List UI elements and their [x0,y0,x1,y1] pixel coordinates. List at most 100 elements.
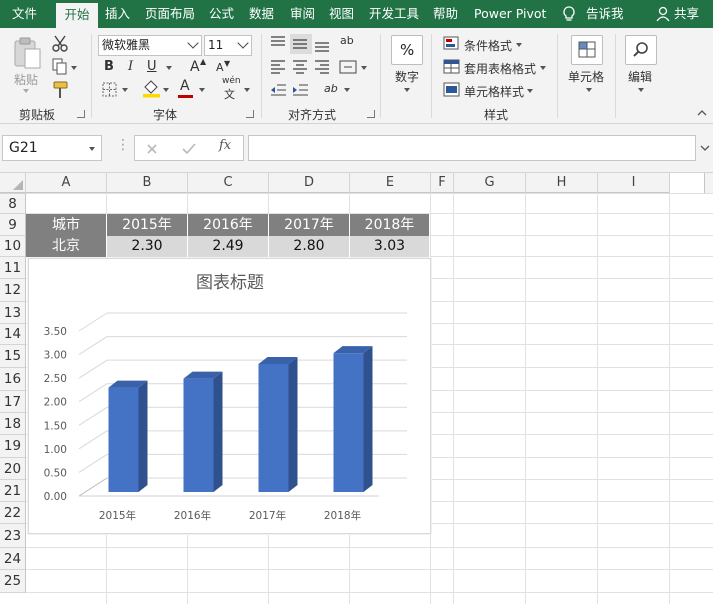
phonetic-button[interactable]: wén [222,76,241,86]
cut-icon[interactable] [50,34,72,54]
row-header-22[interactable]: 22 [0,502,26,524]
row-header-9[interactable]: 9 [0,214,26,236]
row-header-17[interactable]: 17 [0,391,26,413]
row-header-16[interactable]: 16 [0,368,26,391]
font-launcher[interactable] [246,110,254,118]
expand-formula-bar-icon[interactable] [700,144,710,152]
row-header-13[interactable]: 13 [0,302,26,324]
paste-dropdown-arrow[interactable] [23,89,29,93]
percent-icon[interactable]: % [391,35,423,65]
row-header-19[interactable]: 19 [0,435,26,458]
font-size-select[interactable]: 11 [204,35,252,56]
fill-color-dropdown-arrow[interactable] [163,88,169,92]
phonetic-dropdown-arrow[interactable] [244,88,250,92]
format-as-table-icon[interactable] [442,57,464,77]
conditional-formatting-button[interactable]: 条件格式 [464,37,512,54]
column-header-g[interactable]: G [454,173,526,193]
alignment-launcher[interactable] [367,110,375,118]
conditional-formatting-dropdown-arrow[interactable] [516,43,522,47]
bar-2018年[interactable] [333,353,364,492]
align-top-icon[interactable] [268,34,290,54]
chart-title[interactable]: 图表标题 [196,273,264,293]
number-dropdown-arrow[interactable] [404,88,410,92]
font-name-select[interactable]: 微软雅黑 [98,35,202,56]
row-header-23[interactable]: 23 [0,524,26,548]
name-box-dropdown-arrow[interactable] [89,147,95,151]
grow-font-button[interactable]: A [190,59,200,75]
cell-D9[interactable]: 2.80 [269,236,350,257]
underline-dropdown-arrow[interactable] [166,66,172,70]
cell-styles-icon[interactable] [442,80,464,100]
cell-A9[interactable]: 北京 [26,236,107,257]
fill-color-icon[interactable] [141,78,163,98]
paste-button[interactable]: 粘贴 [14,71,38,88]
align-left-icon[interactable] [268,57,290,77]
tab-help[interactable]: 帮助 [433,0,458,28]
increase-indent-icon[interactable] [290,80,312,100]
select-all-corner[interactable] [0,173,26,193]
share-button[interactable]: 共享 [674,0,699,28]
tab-view[interactable]: 视图 [329,0,354,28]
cancel-icon[interactable] [145,142,159,156]
shrink-font-button[interactable]: A [216,61,224,74]
italic-button[interactable]: I [128,59,133,74]
tab-page-layout[interactable]: 页面布局 [145,0,195,28]
tab-file[interactable]: 文件 [12,0,37,28]
cell-C8[interactable]: 2016年 [188,214,269,236]
bar-2017年[interactable] [258,364,289,492]
collapse-ribbon-icon[interactable] [696,108,708,118]
borders-icon[interactable] [100,80,122,100]
column-header-f[interactable]: F [431,173,454,193]
tab-formulas[interactable]: 公式 [209,0,234,28]
row-header-15[interactable]: 15 [0,345,26,368]
vertical-scrollbar[interactable] [704,173,713,193]
clipboard-launcher[interactable] [77,110,85,118]
align-center-icon[interactable] [290,57,312,77]
row-header-10[interactable]: 10 [0,236,26,257]
column-header-b[interactable]: B [107,173,188,193]
decrease-indent-icon[interactable] [268,80,290,100]
column-header-d[interactable]: D [269,173,350,193]
merge-dropdown-arrow[interactable] [361,66,367,70]
column-header-h[interactable]: H [526,173,598,193]
cells-button[interactable]: 单元格 [568,68,604,85]
bar-side[interactable] [138,380,148,492]
row-header-21[interactable]: 21 [0,480,26,502]
font-color-button[interactable]: A [180,78,190,94]
row-header-8[interactable]: 8 [0,194,26,214]
row-header-12[interactable]: 12 [0,279,26,302]
cell-styles-dropdown-arrow[interactable] [527,89,533,93]
cell-styles-button[interactable]: 单元格样式 [464,83,524,100]
tab-review[interactable]: 审阅 [290,0,315,28]
tab-home[interactable]: 开始 [56,0,98,28]
tab-data[interactable]: 数据 [249,0,274,28]
cell-E9[interactable]: 3.03 [350,236,430,257]
bar-2016年[interactable] [183,378,214,492]
format-painter-icon[interactable] [50,80,72,100]
name-box[interactable]: G21 [2,135,102,161]
tab-power-pivot[interactable]: Power Pivot [474,0,546,28]
enter-check-icon[interactable] [181,142,197,156]
bar-2015年[interactable] [108,387,139,492]
conditional-formatting-icon[interactable] [442,34,464,54]
align-right-icon[interactable] [312,57,334,77]
merge-center-icon[interactable] [338,57,360,77]
editing-button[interactable]: 编辑 [628,68,652,85]
formula-input[interactable] [248,135,696,161]
format-as-table-button[interactable]: 套用表格格式 [464,60,536,77]
orientation-dropdown-arrow[interactable] [344,88,350,92]
format-as-table-dropdown-arrow[interactable] [540,66,546,70]
copy-dropdown-arrow[interactable] [71,66,77,70]
row-header-20[interactable]: 20 [0,458,26,480]
row-header-25[interactable]: 25 [0,570,26,593]
tell-me-search[interactable]: 告诉我 [586,0,624,28]
cell-B8[interactable]: 2015年 [107,214,188,236]
copy-icon[interactable] [50,57,72,77]
tab-developer[interactable]: 开发工具 [369,0,419,28]
formula-bar-grip-icon[interactable]: ⋮ [116,137,130,153]
bar-side[interactable] [288,357,298,492]
row-header-18[interactable]: 18 [0,413,26,435]
row-header-11[interactable]: 11 [0,257,26,279]
column-header-c[interactable]: C [188,173,269,193]
column-header-i[interactable]: I [598,173,670,193]
